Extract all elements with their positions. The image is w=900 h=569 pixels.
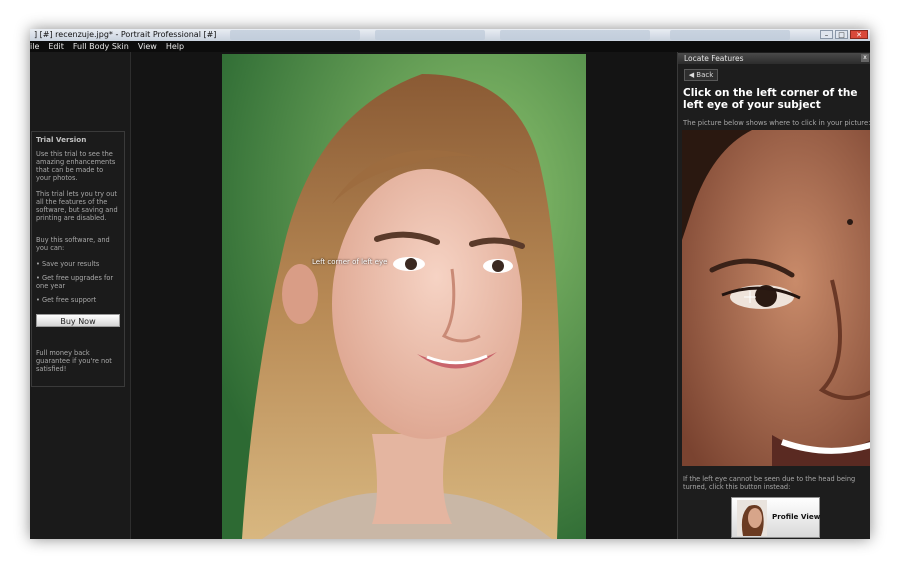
image-canvas: Left corner of left eye [131, 52, 677, 539]
menu-file[interactable]: ile [30, 41, 39, 52]
panel-close-icon[interactable]: x [861, 54, 869, 62]
close-button[interactable]: ✕ [850, 30, 868, 39]
profile-thumbnail [737, 500, 767, 536]
panel-title: Locate Features [684, 54, 744, 63]
menu-help[interactable]: Help [166, 41, 184, 52]
app-window: ] [#] recenzuje.jpg* - Portrait Professi… [30, 29, 870, 539]
background-taskbar-blur [670, 30, 790, 40]
trial-benefit-item: • Get free support [36, 296, 97, 304]
profile-view-label: Profile View [772, 512, 821, 521]
trial-limitations: This trial lets you try out all the feat… [36, 190, 118, 222]
panel-header: Locate Features x [678, 53, 870, 64]
back-button[interactable]: ◀ Back [684, 69, 718, 81]
background-taskbar-blur [230, 30, 360, 40]
title-bar: ] [#] recenzuje.jpg* - Portrait Professi… [30, 29, 870, 41]
menu-view[interactable]: View [138, 41, 157, 52]
trial-buy-intro: Buy this software, and you can: [36, 236, 110, 252]
eye-corner-label: Left corner of left eye [312, 258, 388, 266]
portrait-illustration [222, 54, 586, 539]
profile-view-button[interactable]: Profile View [731, 497, 820, 538]
window-title: ] [#] recenzuje.jpg* - Portrait Professi… [34, 30, 217, 39]
profile-hint-text: If the left eye cannot be seen due to th… [683, 475, 856, 491]
maximize-button[interactable]: □ [835, 30, 848, 39]
menu-bar: ile Edit Full Body Skin View Help [30, 41, 870, 52]
background-taskbar-blur [375, 30, 485, 40]
trial-description: Use this trial to see the amazing enhanc… [36, 150, 116, 182]
background-taskbar-blur [500, 30, 650, 40]
trial-version-box: Trial Version Use this trial to see the … [31, 131, 125, 387]
example-face-illustration [682, 130, 870, 466]
instruction-subtext: The picture below shows where to click i… [683, 119, 870, 127]
left-panel: Trial Version Use this trial to see the … [30, 52, 131, 539]
buy-now-button[interactable]: Buy Now [36, 314, 120, 327]
subject-photo[interactable]: Left corner of left eye [222, 54, 586, 539]
instruction-heading: Click on the left corner of the left eye… [683, 87, 858, 111]
trial-benefit-item: • Get free upgrades for one year [36, 274, 114, 290]
menu-full-body-skin[interactable]: Full Body Skin [73, 41, 129, 52]
locate-features-panel: Locate Features x ◀ Back Click on the le… [677, 52, 870, 539]
trial-benefit-item: • Save your results [36, 260, 100, 268]
window-controls: – □ ✕ [820, 30, 868, 39]
trial-title: Trial Version [36, 135, 87, 144]
money-back-guarantee: Full money back guarantee if you're not … [36, 349, 112, 373]
minimize-button[interactable]: – [820, 30, 833, 39]
menu-edit[interactable]: Edit [48, 41, 64, 52]
back-label: Back [696, 71, 714, 79]
example-eye-photo [682, 130, 870, 466]
